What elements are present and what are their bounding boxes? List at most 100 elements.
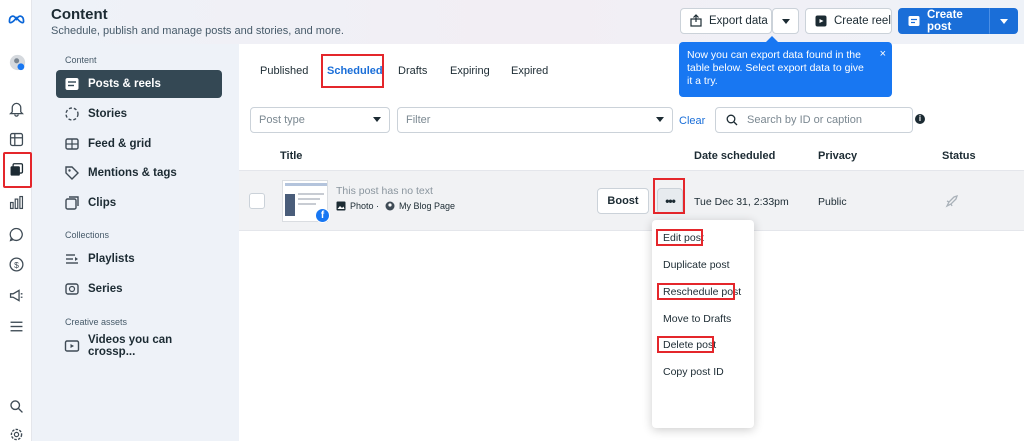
search-placeholder: Search by ID or caption [747,114,862,126]
tab-drafts[interactable]: Drafts [398,65,427,77]
column-header-date-scheduled: Date scheduled [694,150,776,162]
sidebar-item-label: Clips [88,197,117,209]
export-data-button[interactable]: Export data [680,8,772,34]
sidebar-item-stories[interactable]: Stories [56,100,222,128]
column-header-title: Title [280,150,303,162]
sidebar-item-label: Stories [88,108,127,120]
video-icon [64,338,80,354]
filter-label: Filter [406,114,431,126]
search-icon[interactable] [6,396,26,416]
grid-table-icon[interactable] [6,129,26,149]
export-data-label: Export data [709,15,768,27]
megaphone-icon[interactable] [6,285,26,305]
photo-icon [336,201,346,211]
privacy-value: Public [818,196,847,208]
sidebar-item-series[interactable]: Series [56,275,222,303]
rocket-status-icon [945,194,959,208]
clips-icon [64,195,80,211]
sidebar-item-mentions-tags[interactable]: Mentions & tags [56,159,222,187]
gear-icon[interactable] [6,424,26,441]
section-label-collections: Collections [65,230,110,240]
feed-grid-icon [64,136,80,152]
info-icon[interactable]: i [915,114,925,124]
sidebar-item-label: Mentions & tags [88,167,177,179]
chat-bubble-icon[interactable] [6,224,26,244]
create-reel-button[interactable]: Create reel [805,8,892,34]
delete-post-highlight [657,336,714,353]
row-checkbox[interactable] [249,193,265,209]
post-caption: This post has no text [336,185,433,197]
dollar-icon[interactable]: $ [6,254,26,274]
export-icon [689,14,703,28]
create-post-button[interactable]: Create post [898,8,989,34]
sidebar-item-label: Posts & reels [88,78,161,90]
sidebar-item-clips[interactable]: Clips [56,189,222,217]
svg-text:$: $ [14,259,19,269]
post-options-menu: Edit post Duplicate post Reschedule post… [652,220,754,428]
menu-item-duplicate-post[interactable]: Duplicate post [663,259,730,271]
sidebar-item-crosspost-videos[interactable]: Videos you can crossp... [56,332,222,360]
insights-bars-icon[interactable] [6,192,26,212]
filter-select[interactable]: Filter [397,107,673,133]
menu-item-move-to-drafts[interactable]: Move to Drafts [663,313,731,325]
create-post-label: Create post [927,9,963,33]
tab-published[interactable]: Published [260,65,308,77]
column-header-status: Status [942,150,976,162]
table-row[interactable]: f This post has no text Photo · My Blog … [239,170,1024,231]
reschedule-post-highlight [657,283,735,300]
page-avatar-icon [385,201,395,211]
export-options-dropdown[interactable] [772,8,799,34]
sidebar-item-playlists[interactable]: Playlists [56,245,222,273]
date-scheduled: Tue Dec 31, 2:33pm [694,196,789,208]
search-icon [726,114,738,126]
sidebar-item-label: Feed & grid [88,138,152,150]
page-name: My Blog Page [399,201,456,211]
more-options-highlight [653,178,685,214]
edit-post-highlight [656,229,703,246]
section-label-content: Content [65,55,97,65]
clear-filters-link[interactable]: Clear [679,115,705,127]
sidebar-item-label: Series [88,283,123,295]
chevron-down-icon [781,18,790,24]
stories-icon [64,106,80,122]
playlist-icon [64,251,80,267]
menu-item-copy-post-id[interactable]: Copy post ID [663,366,724,378]
post-compose-icon [907,14,921,28]
post-type-select[interactable]: Post type [250,107,390,133]
meta-logo-icon[interactable] [6,8,26,28]
chevron-down-icon [373,117,381,122]
scheduled-tab-highlight [321,54,384,88]
chevron-down-icon [999,18,1008,24]
page-title: Content [51,6,108,23]
create-reel-label: Create reel [834,15,891,27]
export-tooltip: Now you can export data found in the tab… [679,36,892,97]
sidebar-item-label: Videos you can crossp... [88,334,173,358]
tooltip-text: Now you can export data found in the tab… [687,49,864,87]
post-type-label: Post type [259,114,305,126]
close-icon[interactable]: × [880,48,886,61]
tag-icon [64,165,80,181]
tab-expired[interactable]: Expired [511,65,548,77]
boost-button[interactable]: Boost [597,188,649,214]
content-main-panel: Published Scheduled Drafts Expiring Expi… [239,44,1024,441]
icon-rail: $ [0,0,32,441]
create-post-options-dropdown[interactable] [989,8,1018,34]
sidebar-item-posts-reels[interactable]: Posts & reels [56,70,222,98]
menu-hamburger-icon[interactable] [6,316,26,336]
sidebar-item-feed-grid[interactable]: Feed & grid [56,130,222,158]
series-icon [64,281,80,297]
reel-icon [814,14,828,28]
chevron-down-icon [656,117,664,122]
page-avatar[interactable] [7,52,27,72]
content-icon[interactable] [6,160,26,180]
column-header-privacy: Privacy [818,150,858,162]
page-subtitle: Schedule, publish and manage posts and s… [51,25,344,37]
content-sidebar: Content Posts & reels Stories Feed & gri… [32,44,239,441]
search-input[interactable]: Search by ID or caption [715,107,913,133]
post-type: Photo · [350,201,380,211]
facebook-icon: f [315,208,330,223]
section-label-creative-assets: Creative assets [65,317,128,327]
tab-expiring[interactable]: Expiring [450,65,490,77]
bell-icon[interactable] [6,98,26,118]
sidebar-item-label: Playlists [88,253,135,265]
